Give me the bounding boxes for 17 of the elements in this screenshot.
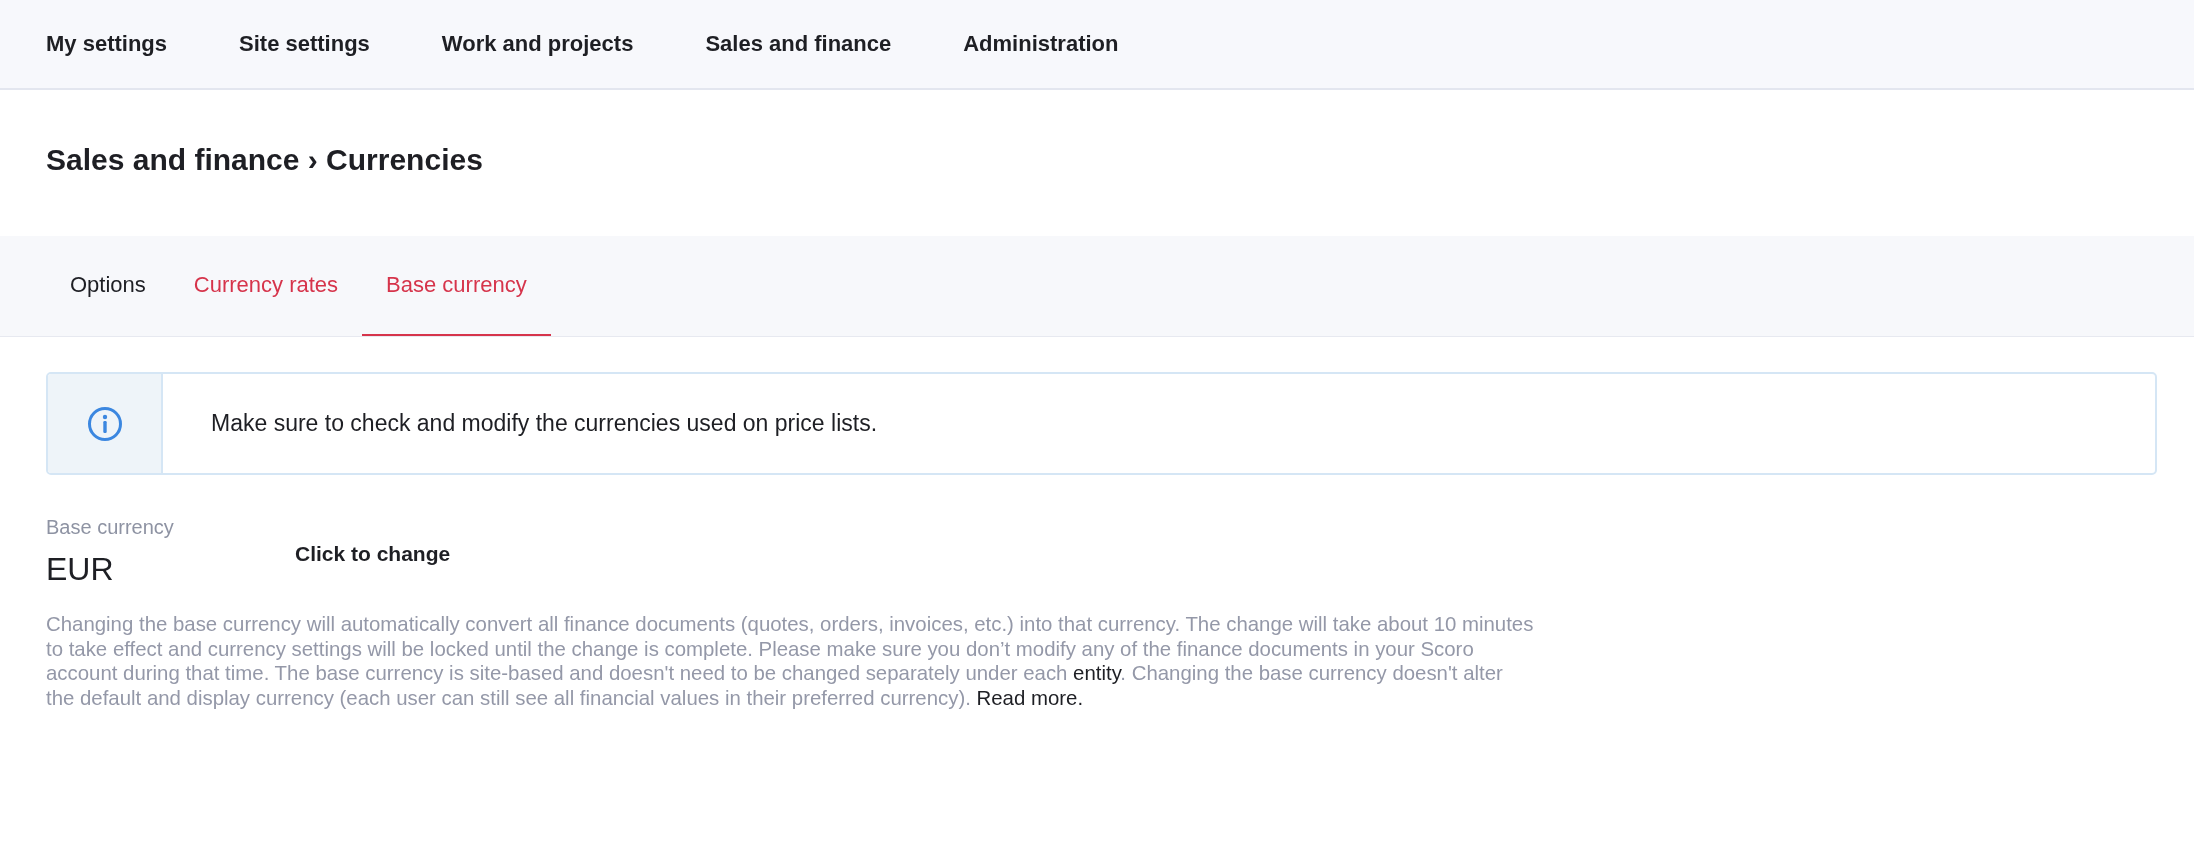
tab[interactable]: Base currency [362,236,551,336]
nav-link[interactable]: My settings [46,31,168,57]
currency-value: EUR [46,551,114,588]
tab[interactable]: Options [46,236,170,336]
field-label: Base currency [46,516,174,539]
description-paragraph: Changing the base currency will automatically convert all finance documents (quotes, orders, invoices, etc.) into that currency. The change will take about 10 minutes to take effect and currency settings will be locked until the change is complete. Please make sure you don’t modify any of the finance documents in your Scoro account during that time. The base currency is site-based and doesn't need to be changed separately under each entity. Changing the base currency doesn't alter the default and display currency (each user can still see all financial values in their preferred currency). Read more. [46,612,1535,710]
link[interactable]: Read more. [976,686,1084,709]
tab[interactable]: Currency rates [169,236,363,336]
page-title: Sales and finance › Currencies [46,143,483,177]
nav-link[interactable]: Site settings [239,31,370,57]
info-message: Make sure to check and modify the currencies used on price lists. [210,409,878,438]
nav-link[interactable]: Sales and finance [705,31,892,57]
change-link[interactable]: Click to change [295,542,451,566]
link[interactable]: entity [1073,662,1121,684]
info-icon [86,405,123,442]
nav-link[interactable]: Work and projects [441,31,634,57]
nav-link[interactable]: Administration [963,31,1119,57]
